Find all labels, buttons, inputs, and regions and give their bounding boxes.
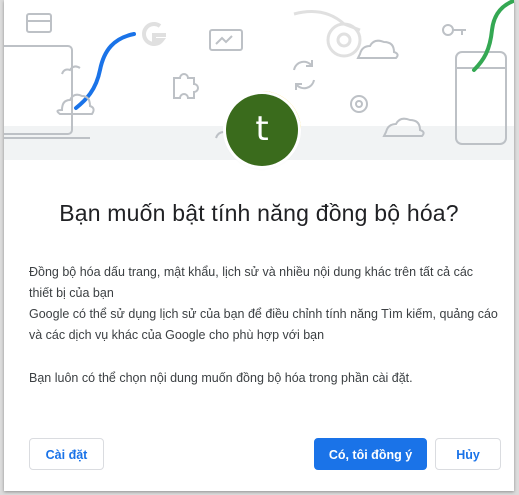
dialog-title: Bạn muốn bật tính năng đồng bộ hóa? <box>59 200 459 226</box>
settings-note: Bạn luôn có thể chọn nội dung muốn đồng … <box>29 371 413 385</box>
dialog-body: Đồng bộ hóa dấu trang, mật khẩu, lịch sử… <box>29 262 499 389</box>
accept-button[interactable]: Có, tôi đồng ý <box>314 438 427 470</box>
sync-description: Đồng bộ hóa dấu trang, mật khẩu, lịch sử… <box>29 265 474 300</box>
sync-dialog: t Bạn muốn bật tính năng đồng bộ hóa? Đồ… <box>4 0 514 491</box>
cancel-button[interactable]: Hủy <box>435 438 501 470</box>
avatar: t <box>226 94 298 166</box>
settings-button[interactable]: Cài đặt <box>29 438 104 470</box>
personalization-description: Google có thể sử dụng lịch sử của bạn để… <box>29 307 498 342</box>
